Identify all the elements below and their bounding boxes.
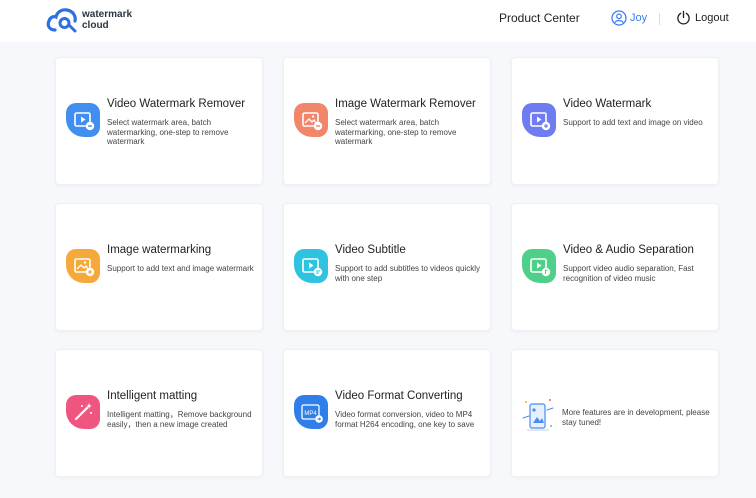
card-description: Intelligent matting，Remove background ea…: [107, 410, 252, 429]
user-icon: [611, 10, 627, 26]
card-more-features: More features are in development, please…: [511, 349, 719, 477]
card-description: Select watermark area, batch watermarkin…: [335, 118, 457, 146]
video-remove-icon: [66, 103, 100, 137]
card-title: Video Watermark: [563, 98, 652, 110]
product-center-link[interactable]: Product Center: [499, 11, 580, 25]
card-description: Video format conversion, video to MP4 fo…: [335, 410, 475, 429]
nav-divider: [659, 13, 660, 25]
magic-wand-icon: [66, 395, 100, 429]
audio-separation-icon: [522, 249, 556, 283]
image-watermark-icon: [66, 249, 100, 283]
mp4-convert-icon: MP4: [294, 395, 328, 429]
brand-logo[interactable]: watermark cloud: [46, 6, 136, 36]
card-video-subtitle[interactable]: Video Subtitle Support to add subtitles …: [283, 203, 491, 331]
user-name: Joy: [630, 12, 648, 24]
card-title: Image watermarking: [107, 244, 212, 256]
card-title: Video Watermark Remover: [107, 98, 246, 110]
card-title: Video & Audio Separation: [563, 244, 694, 256]
image-remove-icon: [294, 103, 328, 137]
card-title: Video Format Converting: [335, 390, 463, 402]
card-image-watermarking[interactable]: Image watermarking Support to add text a…: [55, 203, 263, 331]
top-header: watermark cloud Product Center Joy Logou…: [0, 0, 756, 42]
card-title: Image Watermark Remover: [335, 98, 476, 110]
video-subtitle-icon: [294, 249, 328, 283]
card-description: Select watermark area, batch watermarkin…: [107, 118, 229, 146]
card-intelligent-matting[interactable]: Intelligent matting Intelligent matting，…: [55, 349, 263, 477]
card-description: Support to add text and image watermark: [107, 264, 254, 273]
card-description: Support to add subtitles to videos quick…: [335, 264, 480, 283]
logout-label: Logout: [695, 12, 729, 24]
mp4-badge: MP4: [304, 411, 317, 417]
cloud-logo-icon: [46, 8, 77, 33]
card-video-audio-separation[interactable]: Video & Audio Separation Support video a…: [511, 203, 719, 331]
card-image-watermark-remover[interactable]: Image Watermark Remover Select watermark…: [283, 57, 491, 185]
card-title: Video Subtitle: [335, 244, 406, 256]
video-watermark-icon: [522, 103, 556, 137]
card-video-format-converting[interactable]: MP4 Video Format Converting Video format…: [283, 349, 491, 477]
power-icon: [677, 10, 690, 25]
card-video-watermark-remover[interactable]: Video Watermark Remover Select watermark…: [55, 57, 263, 185]
card-description: More features are in development, please…: [562, 408, 710, 427]
card-title: Intelligent matting: [107, 390, 198, 402]
in-development-illustration: [521, 396, 555, 436]
logo-text: watermark cloud: [82, 9, 133, 31]
card-description: Support video audio separation, Fast rec…: [563, 264, 694, 283]
card-video-watermark[interactable]: Video Watermark Support to add text and …: [511, 57, 719, 185]
card-description: Support to add text and image on video: [563, 118, 703, 127]
